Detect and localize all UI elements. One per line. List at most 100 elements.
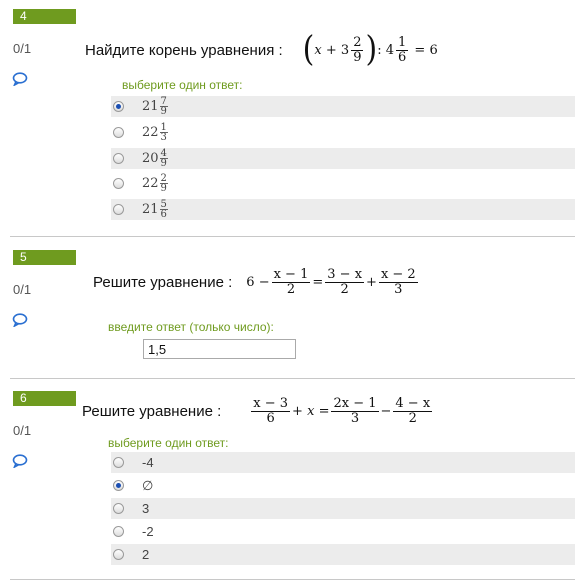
- denominator: 2: [408, 410, 417, 426]
- question-statement: Найдите корень уравнения : ( x + 3 29 ) …: [85, 31, 438, 69]
- denominator: 6: [266, 410, 275, 426]
- question-score: 0/1: [13, 282, 32, 297]
- eq-op: =: [312, 274, 324, 290]
- radio-button[interactable]: [113, 204, 124, 215]
- option-5[interactable]: 2: [111, 544, 575, 565]
- eq-op: +: [325, 42, 337, 58]
- option-whole: 21: [142, 99, 159, 114]
- eq-whole: 4: [385, 42, 394, 58]
- eq-op: =: [414, 42, 426, 58]
- radio-button[interactable]: [113, 153, 124, 164]
- eq-term: 6: [246, 274, 255, 290]
- option-label: 21 7 9: [142, 96, 168, 117]
- divider: [10, 579, 575, 580]
- denominator: 9: [160, 106, 167, 117]
- question-text: Найдите корень уравнения :: [85, 41, 283, 59]
- eq-op: =: [318, 403, 330, 419]
- numerator: 3 − x: [325, 266, 365, 283]
- option-label: ∅: [142, 477, 154, 493]
- eq-rhs: 6: [429, 42, 438, 58]
- denominator: 9: [160, 183, 167, 194]
- eq-op: +: [292, 403, 303, 419]
- option-fraction: 79: [159, 96, 168, 117]
- radio-button[interactable]: [113, 457, 124, 468]
- option-3[interactable]: 20 4 9: [111, 148, 575, 169]
- answer-input[interactable]: 1,5: [143, 339, 296, 359]
- radio-button[interactable]: [113, 526, 124, 537]
- comment-icon[interactable]: [12, 454, 28, 468]
- denominator: 6: [398, 49, 407, 65]
- left-paren: (: [302, 29, 315, 70]
- option-label: 22 2 9: [142, 173, 168, 194]
- option-fraction: 13: [159, 122, 168, 143]
- option-label: -4: [142, 455, 154, 470]
- option-5[interactable]: 21 5 6: [111, 199, 575, 220]
- eq-whole: 3: [340, 42, 350, 58]
- radio-button[interactable]: [113, 480, 124, 491]
- radio-button[interactable]: [113, 127, 124, 138]
- numerator: 2: [351, 34, 364, 51]
- option-4[interactable]: 22 2 9: [111, 173, 575, 194]
- question-text: Решите уравнение :: [93, 273, 233, 291]
- question-number: 4: [13, 9, 76, 24]
- radio-button[interactable]: [113, 549, 124, 560]
- eq-fraction: x − 23: [378, 266, 418, 297]
- option-1[interactable]: -4: [111, 452, 575, 473]
- denominator: 6: [160, 209, 167, 220]
- denominator: 9: [160, 158, 167, 169]
- eq-fraction: 16: [396, 34, 409, 65]
- option-label: 21 5 6: [142, 199, 168, 220]
- question-statement: Решите уравнение : 6 − x − 12 = 3 − x2 +…: [93, 262, 420, 302]
- option-fraction: 49: [159, 148, 168, 169]
- eq-op: −: [258, 274, 270, 290]
- answer-prompt: выберите один ответ:: [108, 436, 229, 450]
- right-paren: ): [365, 29, 378, 70]
- option-fraction: 56: [159, 199, 168, 220]
- option-whole: 20: [142, 151, 159, 166]
- option-whole: 22: [142, 125, 159, 140]
- eq-var: x: [314, 42, 322, 58]
- eq-fraction: 2x − 13: [331, 395, 379, 425]
- option-4[interactable]: -2: [111, 521, 575, 542]
- numerator: 1: [396, 34, 409, 51]
- answer-prompt: введите ответ (только число):: [108, 320, 274, 334]
- option-1[interactable]: 21 7 9: [111, 96, 575, 117]
- option-whole: 21: [142, 202, 159, 217]
- numerator: 2x − 1: [331, 395, 379, 412]
- option-3[interactable]: 3: [111, 498, 575, 519]
- comment-icon[interactable]: [12, 313, 28, 327]
- question-score: 0/1: [13, 423, 32, 438]
- numerator: x − 1: [271, 266, 311, 283]
- radio-button[interactable]: [113, 101, 124, 112]
- equation: x − 36 + x = 2x − 13 − 4 − x2: [249, 397, 434, 425]
- radio-button[interactable]: [113, 503, 124, 514]
- question-6: 6 0/1 Решите уравнение : x − 36 + x = 2x…: [0, 391, 575, 581]
- eq-fraction: 3 − x2: [325, 266, 365, 297]
- radio-button[interactable]: [113, 178, 124, 189]
- option-label: 3: [142, 501, 150, 516]
- question-score: 0/1: [13, 41, 32, 56]
- question-5: 5 0/1 Решите уравнение : 6 − x − 12 = 3 …: [0, 250, 575, 380]
- divider: [10, 236, 575, 237]
- numerator: x − 2: [378, 266, 418, 283]
- comment-icon[interactable]: [12, 72, 28, 86]
- denominator: 3: [394, 281, 403, 297]
- denominator: 2: [340, 281, 349, 297]
- question-number: 6: [13, 391, 76, 406]
- eq-fraction: 29: [351, 34, 364, 65]
- denominator: 9: [353, 49, 362, 65]
- option-fraction: 29: [159, 173, 168, 194]
- eq-fraction: x − 36: [251, 395, 291, 426]
- equation: 6 − x − 12 = 3 − x2 + x − 23: [246, 268, 419, 296]
- question-number: 5: [13, 250, 76, 265]
- eq-op: :: [377, 42, 382, 58]
- option-label: 20 4 9: [142, 148, 168, 169]
- answer-prompt: выберите один ответ:: [122, 78, 243, 92]
- numerator: x − 3: [251, 395, 291, 412]
- option-label: -2: [142, 524, 154, 539]
- option-2[interactable]: 22 1 3: [111, 122, 575, 143]
- eq-fraction: x − 12: [271, 266, 311, 296]
- divider: [10, 378, 575, 379]
- option-2[interactable]: ∅: [111, 475, 575, 496]
- eq-op: +: [366, 274, 377, 290]
